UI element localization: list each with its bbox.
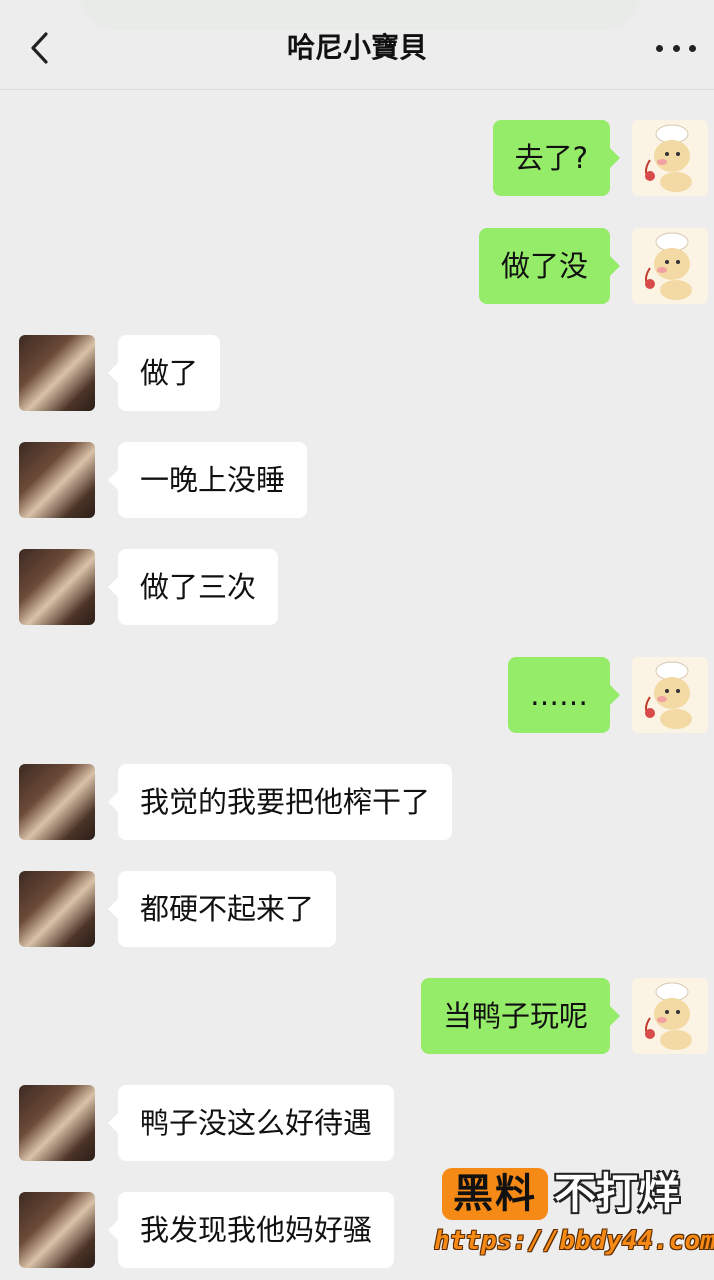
cartoon-dog-avatar-icon xyxy=(632,657,708,733)
cartoon-dog-avatar-icon xyxy=(632,978,708,1054)
incoming-bubble[interactable]: 一晚上没睡 xyxy=(107,442,308,518)
contact-avatar[interactable] xyxy=(19,764,95,840)
message-row: 一晚上没睡 xyxy=(0,442,714,518)
watermark: 黑料 不打烊 https://bbdy44.com xyxy=(434,1160,714,1270)
cartoon-dog-avatar-icon xyxy=(632,120,708,196)
contact-avatar[interactable] xyxy=(19,1085,95,1161)
chat-header: 哈尼小寶貝 xyxy=(0,0,714,90)
watermark-logo: 黑料 xyxy=(442,1168,548,1220)
contact-avatar[interactable] xyxy=(19,871,95,947)
contact-avatar[interactable] xyxy=(19,335,95,411)
watermark-url: https://bbdy44.com xyxy=(434,1226,714,1256)
my-avatar[interactable] xyxy=(632,657,708,733)
notification-glow xyxy=(80,0,640,30)
message-row: 做了三次 xyxy=(0,549,714,625)
message-row: 我觉的我要把他榨干了 xyxy=(0,764,714,840)
more-dots-icon xyxy=(672,44,680,52)
message-row: 做了 xyxy=(0,335,714,411)
outgoing-bubble[interactable]: …… xyxy=(508,657,620,733)
incoming-bubble[interactable]: 做了 xyxy=(107,335,221,411)
outgoing-bubble[interactable]: 去了? xyxy=(492,120,621,196)
chat-title: 哈尼小寶貝 xyxy=(286,31,427,64)
message-row: 去了? xyxy=(0,120,714,196)
message-row: 做了没 xyxy=(0,228,714,304)
contact-avatar[interactable] xyxy=(19,1192,95,1268)
message-row: 鸭子没这么好待遇 xyxy=(0,1085,714,1161)
incoming-bubble[interactable]: 鸭子没这么好待遇 xyxy=(107,1085,395,1161)
more-button[interactable] xyxy=(656,36,696,60)
my-avatar[interactable] xyxy=(632,120,708,196)
contact-avatar[interactable] xyxy=(19,549,95,625)
watermark-tagline: 不打烊 xyxy=(554,1169,681,1218)
chat-screen: 哈尼小寶貝 去了? 做了没 做了 一晚上没睡 做了三次 …… 我觉的我要把他榨干… xyxy=(0,0,714,1280)
incoming-bubble[interactable]: 我觉的我要把他榨干了 xyxy=(107,764,453,840)
more-dots-icon xyxy=(656,44,663,52)
contact-avatar[interactable] xyxy=(19,442,95,518)
incoming-bubble[interactable]: 都硬不起来了 xyxy=(107,871,337,947)
message-row: 都硬不起来了 xyxy=(0,871,714,947)
message-row: …… xyxy=(0,657,714,733)
incoming-bubble[interactable]: 做了三次 xyxy=(107,549,279,625)
cartoon-dog-avatar-icon xyxy=(632,228,708,304)
message-row: 当鸭子玩呢 xyxy=(0,978,714,1054)
incoming-bubble[interactable]: 我发现我他妈好骚 xyxy=(107,1192,395,1268)
outgoing-bubble[interactable]: 当鸭子玩呢 xyxy=(420,978,621,1054)
my-avatar[interactable] xyxy=(632,978,708,1054)
more-dots-icon xyxy=(689,44,696,52)
outgoing-bubble[interactable]: 做了没 xyxy=(478,228,621,304)
my-avatar[interactable] xyxy=(632,228,708,304)
